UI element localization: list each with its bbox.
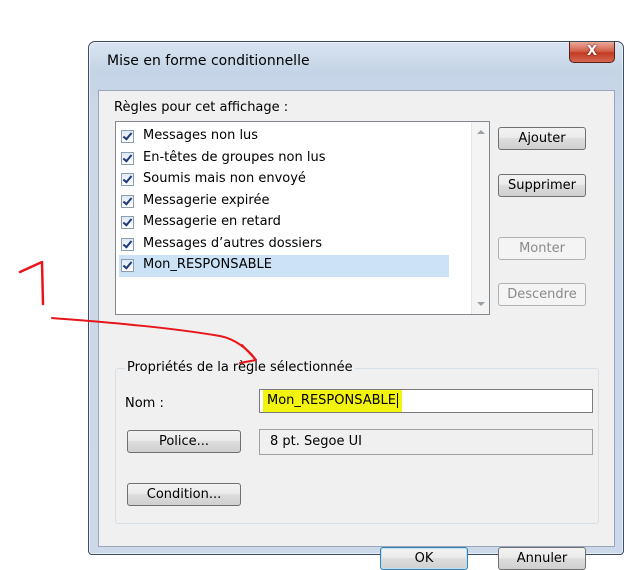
rules-list[interactable]: Messages non lus En-têtes de groupes non … (115, 121, 490, 315)
rules-list-items: Messages non lus En-têtes de groupes non … (119, 126, 449, 277)
dialog-window: Mise en forme conditionnelle X Règles po… (88, 41, 624, 570)
rule-item-label: Messages non lus (143, 128, 259, 143)
rule-name-value: Mon_RESPONSABLE (267, 393, 396, 408)
dialog-title: Mise en forme conditionnelle (107, 53, 310, 69)
rule-checkbox[interactable] (121, 173, 134, 186)
annotation-number-1 (18, 260, 45, 306)
close-icon: X (586, 44, 598, 59)
scroll-up-arrow-icon[interactable] (477, 130, 485, 134)
font-preview: 8 pt. Segoe UI (259, 429, 593, 455)
rule-properties-label: Propriétés de la règle sélectionnée (125, 360, 355, 375)
rule-checkbox[interactable] (121, 130, 134, 143)
rule-item[interactable]: Messagerie expirée (119, 191, 449, 213)
rule-name-highlight: Mon_RESPONSABLE (263, 390, 402, 412)
rule-checkbox[interactable] (121, 259, 134, 272)
name-label: Nom : (125, 396, 164, 411)
move-down-button[interactable]: Descendre (498, 283, 586, 306)
rule-item-label: Soumis mais non envoyé (143, 171, 306, 186)
rule-checkbox[interactable] (121, 194, 134, 208)
rule-item[interactable]: Messages non lus (119, 126, 449, 148)
font-button[interactable]: Police... (127, 430, 241, 453)
rule-checkbox[interactable] (121, 151, 134, 165)
rule-name-input[interactable]: Mon_RESPONSABLE (259, 389, 593, 413)
rule-item-label: Messagerie expirée (143, 192, 270, 208)
rules-list-scrollbar[interactable] (471, 122, 489, 314)
close-button[interactable]: X (569, 42, 615, 63)
rule-item[interactable]: Mon_RESPONSABLE (119, 255, 449, 277)
rule-item-label: Mon_RESPONSABLE (143, 257, 272, 272)
scroll-down-arrow-icon[interactable] (477, 302, 485, 306)
rule-item[interactable]: En-têtes de groupes non lus (119, 148, 449, 170)
text-caret (396, 393, 398, 408)
move-up-button[interactable]: Monter (498, 237, 586, 260)
rule-checkbox[interactable] (121, 237, 134, 251)
rule-item-label: En-têtes de groupes non lus (143, 149, 326, 165)
rule-checkbox[interactable] (121, 216, 134, 229)
delete-button[interactable]: Supprimer (498, 174, 586, 197)
rules-label: Règles pour cet affichage : (114, 100, 289, 115)
dialog-client-area: Règles pour cet affichage : Messages non… (98, 90, 615, 570)
add-button[interactable]: Ajouter (498, 127, 586, 150)
condition-button[interactable]: Condition... (127, 483, 241, 506)
rule-item-label: Messagerie en retard (143, 214, 281, 229)
rule-item[interactable]: Soumis mais non envoyé (119, 169, 449, 191)
rule-item[interactable]: Messagerie en retard (119, 212, 449, 234)
rule-item[interactable]: Messages d’autres dossiers (119, 234, 449, 256)
rule-item-label: Messages d’autres dossiers (143, 235, 323, 251)
